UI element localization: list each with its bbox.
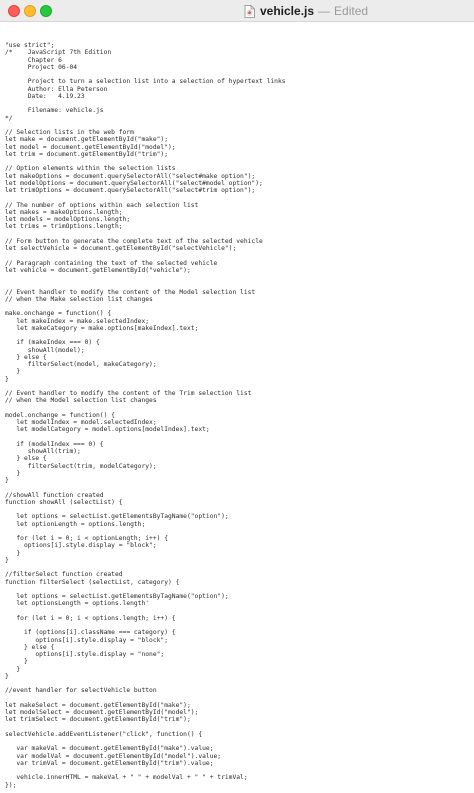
window-title: vehicle.js — Edited [244, 3, 368, 19]
document-status: Edited [334, 4, 369, 18]
file-name: vehicle.js [260, 4, 315, 18]
title-separator: — [318, 4, 331, 18]
zoom-window-button[interactable] [40, 5, 52, 17]
close-window-button[interactable] [8, 5, 20, 17]
code-text[interactable]: "use strict"; /* JavaScript 7th Edition … [5, 42, 286, 789]
text-editor-area[interactable]: "use strict"; /* JavaScript 7th Edition … [0, 22, 474, 793]
document-icon[interactable] [244, 4, 255, 18]
minimize-window-button[interactable] [24, 5, 36, 17]
editor-window: vehicle.js — Edited "use strict"; /* Jav… [0, 0, 474, 793]
title-bar[interactable]: vehicle.js — Edited [0, 0, 474, 22]
